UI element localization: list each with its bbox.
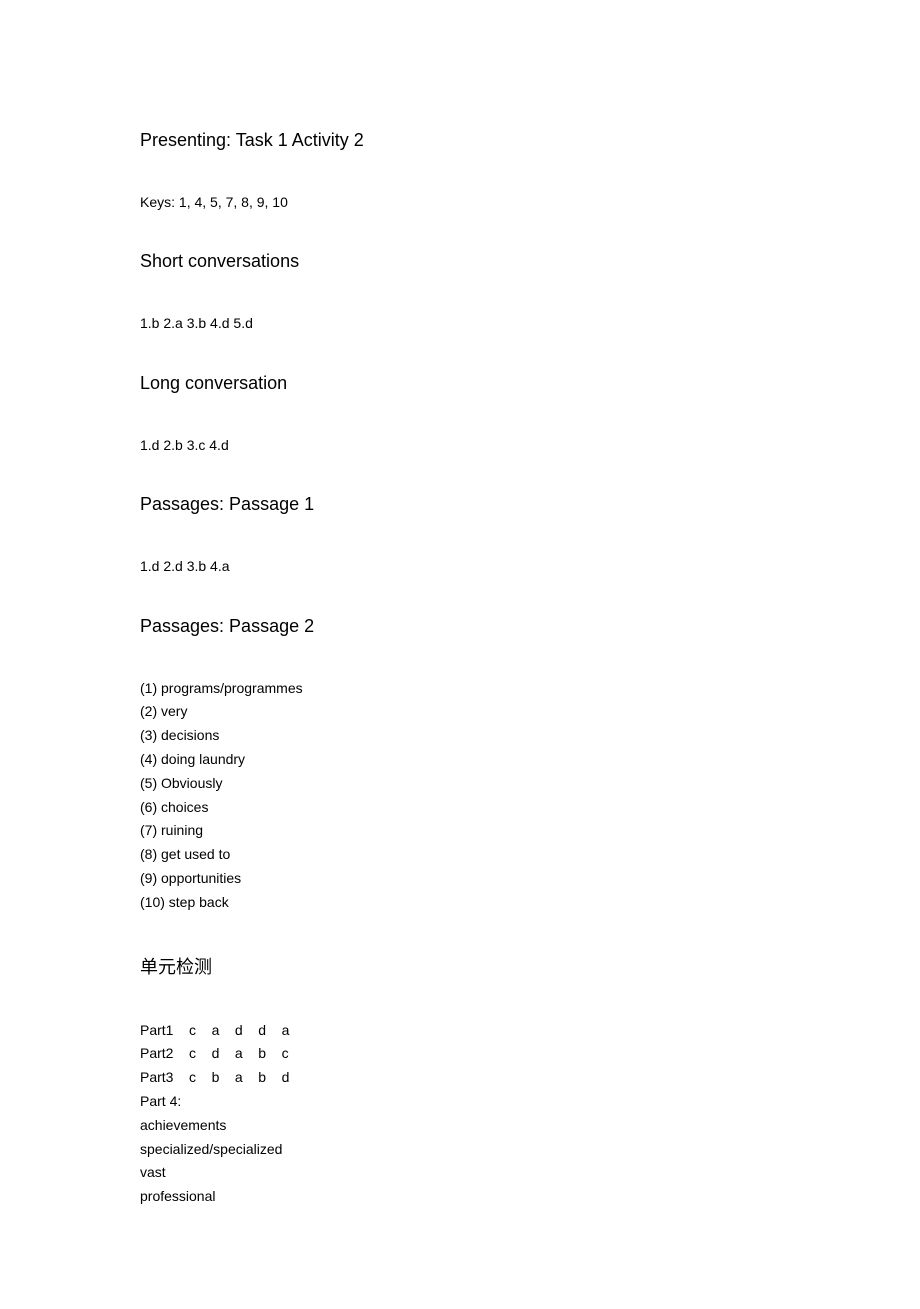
passage-1-answers: 1.d 2.d 3.b 4.a [140, 555, 780, 577]
passage-2-item: (3) decisions [140, 724, 780, 748]
section-long-conversation: Long conversation 1.d 2.b 3.c 4.d [140, 373, 780, 456]
unit-test-part-word: specialized/specialized [140, 1138, 780, 1162]
unit-test-part-row: Part2 c d a b c [140, 1042, 780, 1066]
passage-2-heading: Passages: Passage 2 [140, 616, 780, 637]
passage-2-item: (5) Obviously [140, 772, 780, 796]
unit-test-part-header: Part 4: [140, 1090, 780, 1114]
passage-2-item: (10) step back [140, 891, 780, 915]
passage-2-item: (2) very [140, 700, 780, 724]
section-passage-2: Passages: Passage 2 (1) programs/program… [140, 616, 780, 915]
passage-2-item: (8) get used to [140, 843, 780, 867]
presenting-heading: Presenting: Task 1 Activity 2 [140, 130, 780, 151]
short-conversations-heading: Short conversations [140, 251, 780, 272]
presenting-keys: Keys: 1, 4, 5, 7, 8, 9, 10 [140, 191, 780, 213]
unit-test-heading: 单元检测 [140, 953, 780, 979]
passage-2-item: (9) opportunities [140, 867, 780, 891]
passage-2-item: (1) programs/programmes [140, 677, 780, 701]
unit-test-part-word: achievements [140, 1114, 780, 1138]
unit-test-part-word: vast [140, 1161, 780, 1185]
unit-test-part-row: Part3 c b a b d [140, 1066, 780, 1090]
long-conversation-heading: Long conversation [140, 373, 780, 394]
long-conversation-answers: 1.d 2.b 3.c 4.d [140, 434, 780, 456]
passage-2-item: (6) choices [140, 796, 780, 820]
short-conversations-answers: 1.b 2.a 3.b 4.d 5.d [140, 312, 780, 334]
section-unit-test: 单元检测 Part1 c a d d a Part2 c d a b c Par… [140, 953, 780, 1209]
passage-2-item: (4) doing laundry [140, 748, 780, 772]
unit-test-parts: Part1 c a d d a Part2 c d a b c Part3 c … [140, 1019, 780, 1209]
section-passage-1: Passages: Passage 1 1.d 2.d 3.b 4.a [140, 494, 780, 577]
passage-1-heading: Passages: Passage 1 [140, 494, 780, 515]
passage-2-items: (1) programs/programmes (2) very (3) dec… [140, 677, 780, 915]
unit-test-part-row: Part1 c a d d a [140, 1019, 780, 1043]
unit-test-part-word: professional [140, 1185, 780, 1209]
section-presenting: Presenting: Task 1 Activity 2 Keys: 1, 4… [140, 130, 780, 213]
passage-2-item: (7) ruining [140, 819, 780, 843]
section-short-conversations: Short conversations 1.b 2.a 3.b 4.d 5.d [140, 251, 780, 334]
